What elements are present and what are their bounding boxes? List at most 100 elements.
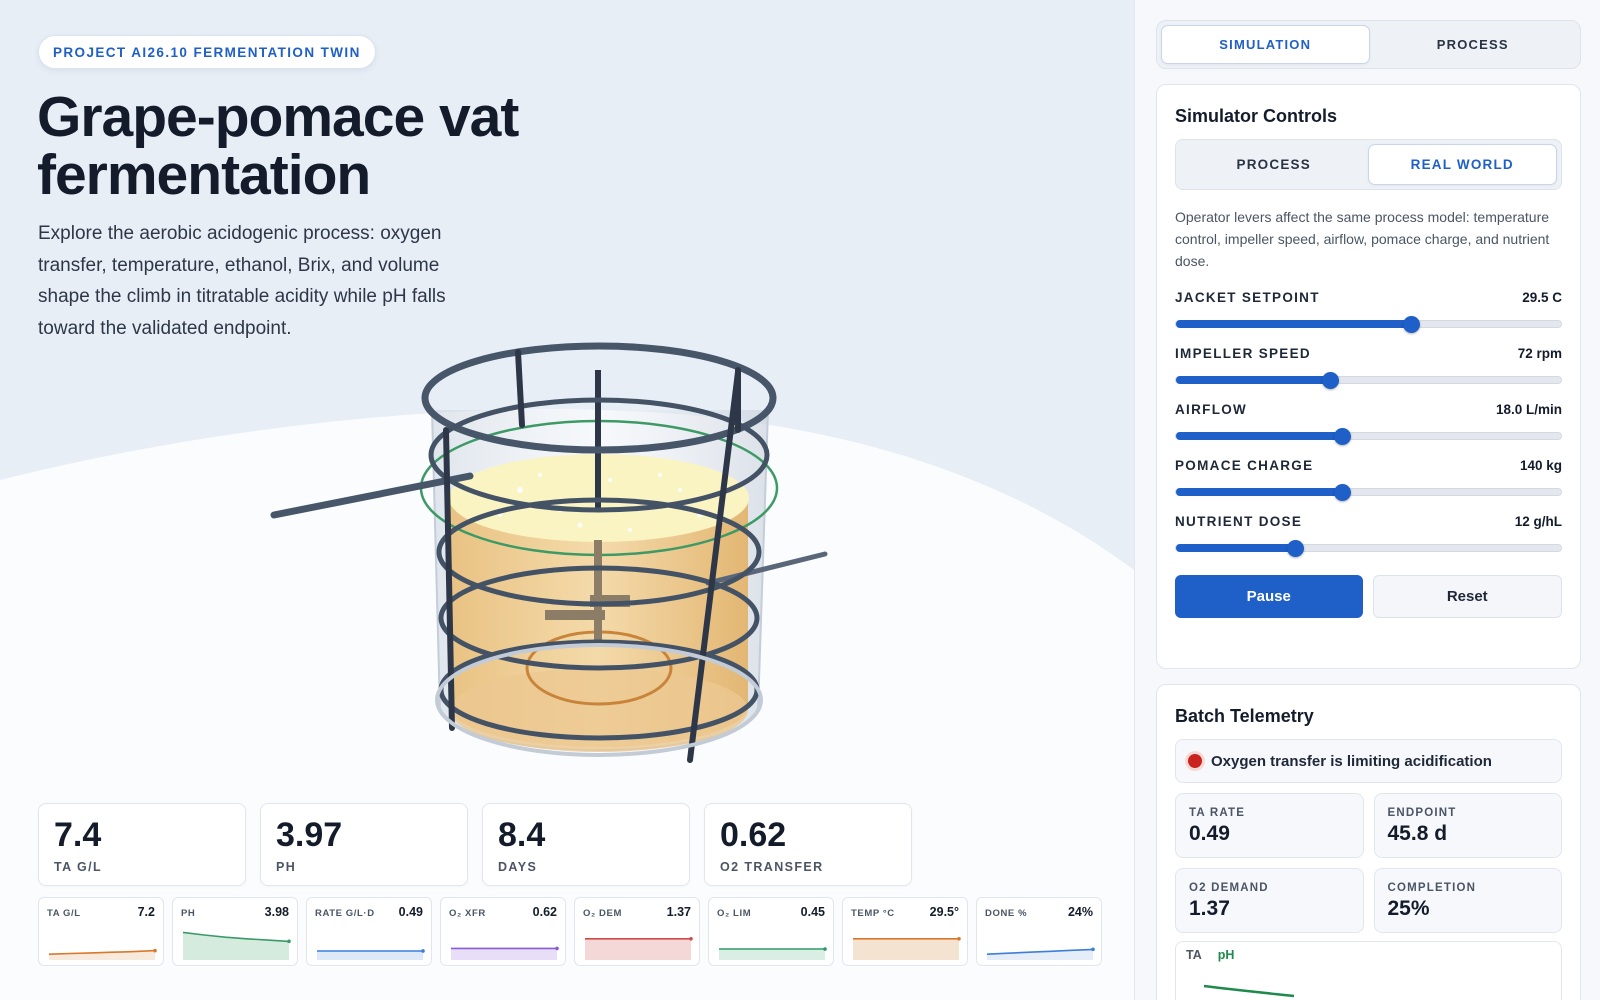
metric-label: DAYS — [498, 860, 538, 874]
slider-thumb[interactable] — [1322, 372, 1339, 389]
tile-label: TA RATE — [1189, 807, 1246, 819]
spark-label: PH — [181, 908, 196, 919]
slider-thumb[interactable] — [1287, 540, 1305, 557]
pause-button[interactable]: Pause — [1175, 575, 1363, 618]
ph-trend-line — [1203, 984, 1295, 998]
mode-tab-process[interactable]: PROCESS — [1180, 144, 1368, 185]
spark-value: 24% — [1067, 905, 1093, 919]
slider-fill — [1176, 488, 1342, 496]
slider-value: 12 g/hL — [1514, 514, 1562, 529]
slider-pomace-charge: POMACE CHARGE 140 kg — [1175, 458, 1562, 501]
sparkline-endpoint — [823, 947, 827, 951]
slider-track[interactable] — [1175, 316, 1562, 333]
spark-label: O₂ XFR — [449, 908, 486, 919]
telemetry-title: Batch Telemetry — [1175, 706, 1314, 726]
slider-label: NUTRIENT DOSE — [1175, 514, 1303, 529]
spark-card-done: DONE % 24% — [976, 897, 1102, 966]
slider-impeller-speed: IMPELLER SPEED 72 rpm — [1175, 346, 1562, 389]
metric-card-ta: 7.4 TA G/L — [38, 803, 246, 886]
slider-label: JACKET SETPOINT — [1175, 290, 1320, 305]
controls-description: Operator levers affect the same process … — [1175, 209, 1550, 269]
sparkline-chart — [986, 947, 1095, 960]
sparkline-chart — [719, 947, 827, 960]
status-dot-icon — [1188, 754, 1202, 768]
sparkline-chart — [317, 949, 425, 960]
spark-value: 0.62 — [532, 905, 557, 919]
controls-title: Simulator Controls — [1175, 106, 1338, 126]
slider-value: 72 rpm — [1517, 346, 1562, 361]
spark-card-o2-xfr: O₂ XFR 0.62 — [440, 897, 566, 966]
reset-button[interactable]: Reset — [1372, 575, 1562, 618]
slider-jacket-setpoint: JACKET SETPOINT 29.5 C — [1175, 290, 1562, 333]
spark-value: 3.98 — [264, 905, 289, 919]
legend-ta[interactable]: TA — [1186, 948, 1202, 962]
tile-value: 45.8 d — [1387, 822, 1448, 845]
tile-label: O2 DEMAND — [1189, 882, 1269, 894]
spark-value: 29.5° — [929, 905, 959, 919]
slider-fill — [1176, 544, 1296, 552]
sparkline-area — [853, 938, 959, 960]
simulator-controls-card: Simulator Controls PROCESS REAL WORLD Op… — [1156, 84, 1581, 669]
sparkline-endpoint — [1091, 947, 1095, 952]
metric-value: 0.62 — [720, 816, 787, 854]
page-title: Grape-pomace vat fermentation — [37, 85, 519, 207]
metric-cards: 7.4 TA G/L 3.97 PH 8.4 DAYS 0.62 O2 TRAN… — [38, 803, 912, 886]
spark-card-o2-dem: O₂ DEM 1.37 — [574, 897, 700, 966]
slider-track[interactable] — [1175, 428, 1562, 445]
status-alert: Oxygen transfer is limiting acidificatio… — [1175, 739, 1562, 783]
sparkline-chart — [182, 931, 291, 960]
sparkline-endpoint — [957, 937, 961, 941]
slider-track[interactable] — [1175, 484, 1562, 501]
metric-card-o2-transfer: 0.62 O2 TRANSFER — [704, 803, 912, 886]
tile-label: COMPLETION — [1387, 882, 1477, 894]
slider-track[interactable] — [1175, 540, 1562, 557]
tile-label: ENDPOINT — [1387, 807, 1457, 819]
tab-simulation[interactable]: SIMULATION — [1161, 25, 1370, 64]
chart-legend: TA pH — [1186, 948, 1551, 962]
fermentation-vat-illustration[interactable] — [260, 330, 860, 790]
slider-label: AIRFLOW — [1175, 402, 1248, 417]
tile-completion: COMPLETION 25% — [1373, 868, 1562, 933]
spark-label: TEMP °C — [851, 908, 895, 919]
metric-card-days: 8.4 DAYS — [482, 803, 690, 886]
slider-value: 18.0 L/min — [1495, 402, 1562, 417]
spark-label: O₂ DEM — [583, 908, 622, 919]
metric-value: 7.4 — [54, 816, 102, 854]
sparkline-cards: TA G/L 7.2 PH 3.98 RATE G/L·D 0.49 O₂ XFR 0.… — [38, 897, 1102, 966]
ta-ph-chart: TA pH — [1175, 941, 1562, 1000]
spark-value: 7.2 — [137, 905, 155, 919]
metric-value: 8.4 — [498, 816, 546, 854]
telemetry-tiles: TA RATE 0.49 ENDPOINT 45.8 d O2 DEMAND 1… — [1175, 793, 1562, 933]
slider-thumb[interactable] — [1333, 428, 1351, 445]
spark-card-ta: TA G/L 7.2 — [38, 897, 164, 966]
sparkline-area — [317, 951, 423, 960]
tab-process[interactable]: PROCESS — [1370, 25, 1577, 64]
metric-card-ph: 3.97 PH — [260, 803, 468, 886]
tile-o2-demand: O2 DEMAND 1.37 — [1175, 868, 1364, 933]
page-description: Explore the aerobic acidogenic process: … — [38, 223, 446, 339]
spark-card-temp: TEMP °C 29.5° — [842, 897, 968, 966]
spark-value: 0.49 — [398, 905, 423, 919]
spark-value: 0.45 — [800, 905, 825, 919]
sparkline-chart — [48, 948, 157, 960]
metric-label: PH — [276, 860, 297, 874]
tile-ta-rate: TA RATE 0.49 — [1175, 793, 1364, 858]
slider-thumb[interactable] — [1333, 484, 1351, 501]
scene-canvas[interactable]: PROJECT AI26.10 FERMENTATION TWIN Grape-… — [0, 0, 1134, 1000]
sparkline-endpoint — [287, 939, 291, 944]
control-buttons: Pause Reset — [1175, 575, 1562, 618]
status-text: Oxygen transfer is limiting acidificatio… — [1211, 752, 1492, 770]
sparkline-area — [719, 949, 825, 960]
mode-tab-real-world[interactable]: REAL WORLD — [1367, 144, 1557, 185]
project-badge: PROJECT AI26.10 FERMENTATION TWIN — [38, 35, 376, 69]
sparkline-area — [183, 932, 289, 960]
legend-ph[interactable]: pH — [1218, 948, 1235, 962]
tile-endpoint: ENDPOINT 45.8 d — [1373, 793, 1562, 858]
batch-telemetry-card: Batch Telemetry Oxygen transfer is limit… — [1156, 684, 1581, 1000]
metric-label: O2 TRANSFER — [720, 860, 824, 874]
slider-fill — [1176, 320, 1411, 328]
sparkline-endpoint — [421, 949, 425, 953]
slider-thumb[interactable] — [1402, 316, 1420, 333]
sparkline-chart — [585, 937, 693, 960]
slider-track[interactable] — [1175, 372, 1562, 389]
